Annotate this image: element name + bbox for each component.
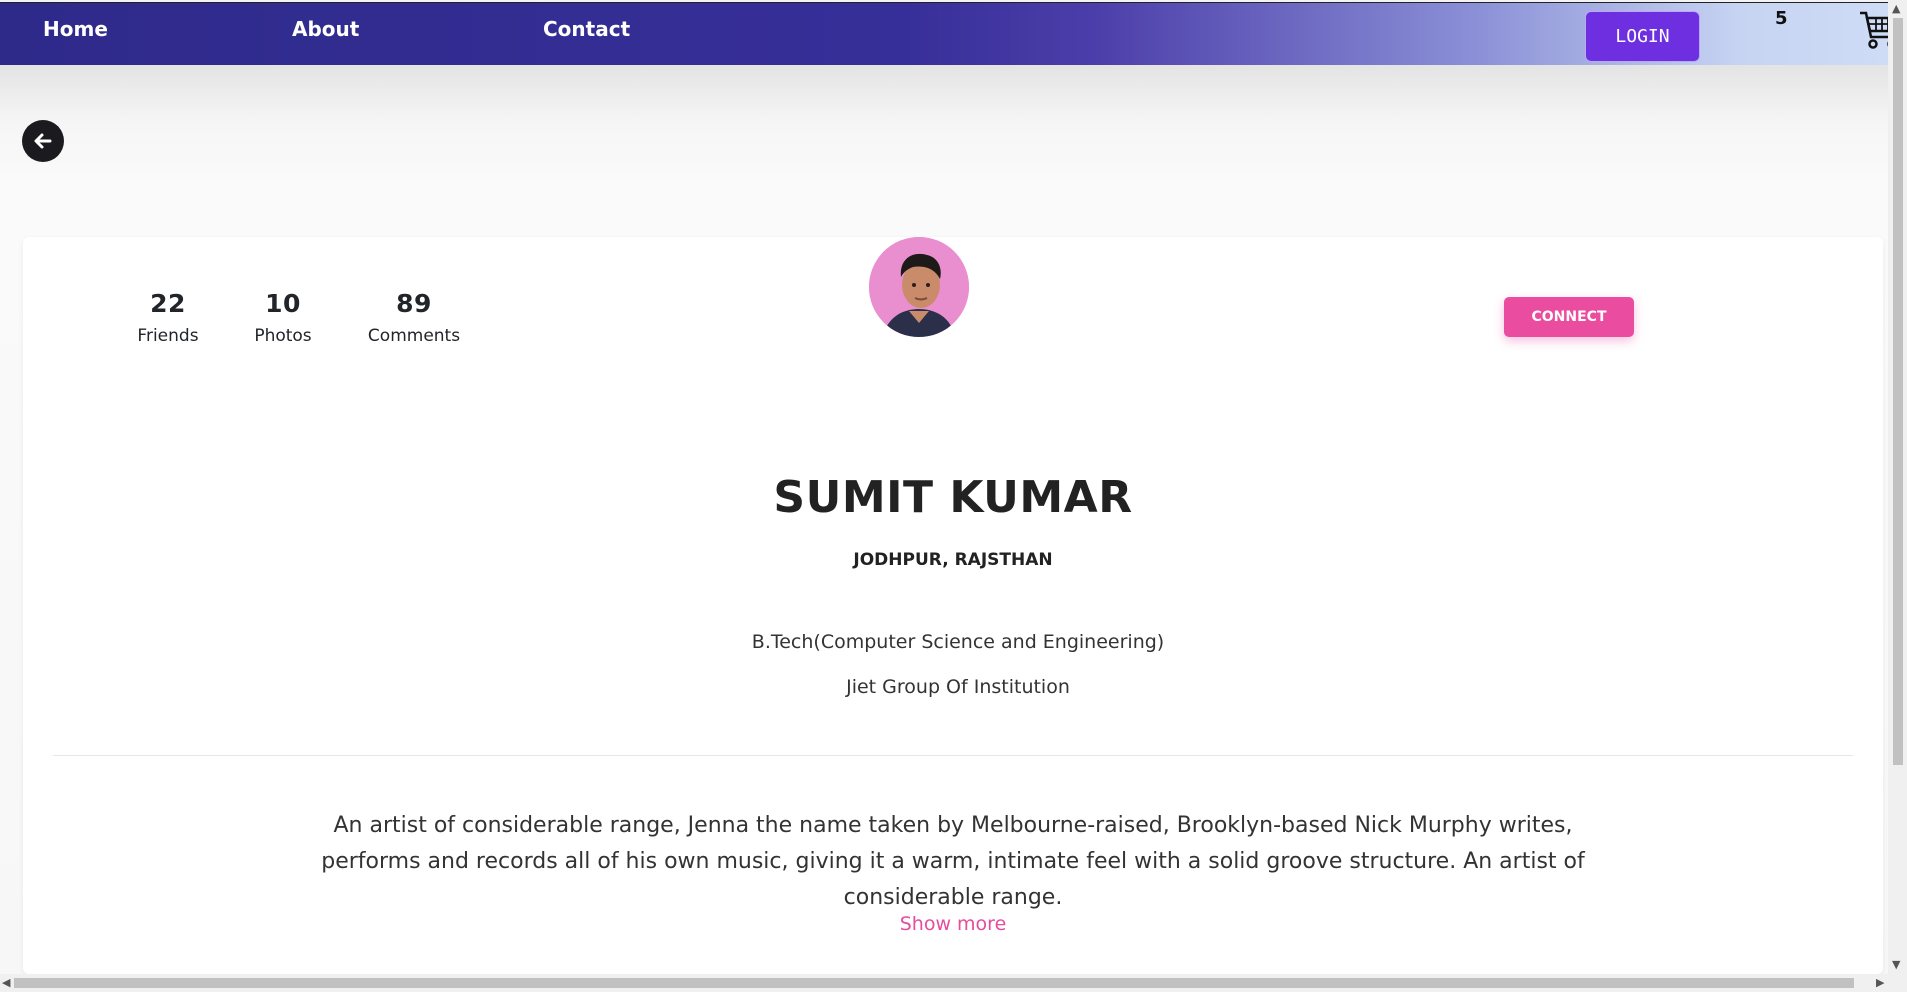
scroll-down-icon[interactable]: ▼ [1892,958,1900,971]
divider [53,755,1853,756]
profile-location: JODHPUR, RAJSTHAN [853,550,1053,570]
stat-photos-value: 10 [265,289,301,318]
profile-name: SUMIT KUMAR [773,472,1133,523]
arrow-left-icon [34,133,52,149]
profile-college: Jiet Group Of Institution [846,676,1070,698]
nav-about-link[interactable]: About [292,17,359,41]
vertical-scrollbar[interactable]: ▲ ▼ [1888,0,1907,974]
scroll-up-icon[interactable]: ▲ [1892,2,1900,15]
profile-bio: An artist of considerable range, Jenna t… [321,813,1585,910]
stat-friends-label: Friends [137,326,199,346]
nav-home-link[interactable]: Home [43,17,108,41]
connect-button[interactable]: CONNECT [1504,297,1634,337]
back-button[interactable] [22,120,64,162]
scroll-right-icon[interactable]: ▶ [1876,976,1884,989]
avatar [869,237,969,337]
cart-count-badge: 5 [1775,8,1788,29]
stat-friends: 22 Friends [111,289,225,346]
show-more-link[interactable]: Show more [23,913,1883,935]
stat-comments-label: Comments [367,326,461,346]
vertical-scroll-thumb[interactable] [1893,18,1903,765]
shopping-cart-icon[interactable] [1858,9,1888,51]
stat-comments-value: 89 [396,289,432,318]
stat-comments: 89 Comments [349,289,479,346]
stat-photos-label: Photos [254,326,312,346]
scrollbar-corner [1888,974,1907,992]
profile-degree: B.Tech(Computer Science and Engineering) [751,631,1165,653]
navbar: Home About Contact LOGIN 5 [0,2,1888,65]
stat-photos: 10 Photos [226,289,340,346]
horizontal-scrollbar[interactable]: ◀ ▶ [0,974,1888,992]
profile-card: 22 Friends 10 Photos 89 Comments CONNECT… [23,237,1883,974]
nav-contact-link[interactable]: Contact [543,17,630,41]
stat-friends-value: 22 [150,289,186,318]
login-button[interactable]: LOGIN [1585,11,1700,62]
scroll-left-icon[interactable]: ◀ [2,976,10,989]
horizontal-scroll-thumb[interactable] [14,978,1854,988]
